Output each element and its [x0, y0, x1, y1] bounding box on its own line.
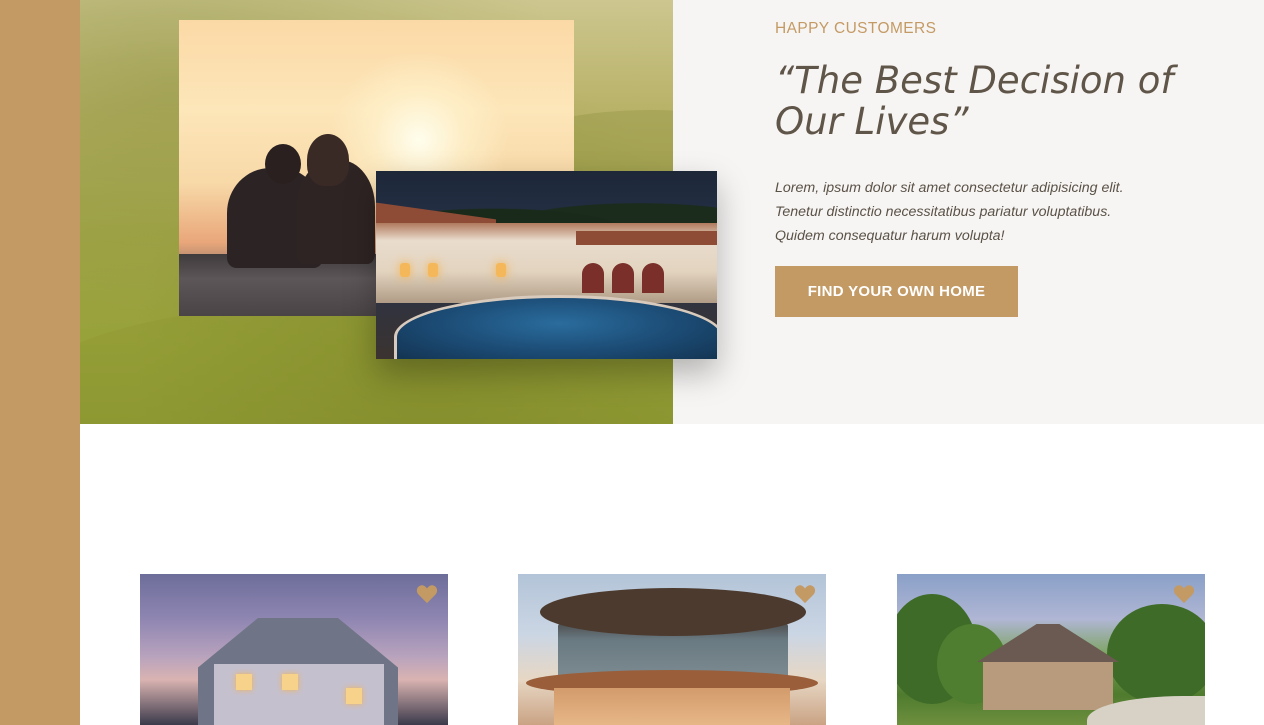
left-accent-bar	[0, 0, 80, 725]
heart-icon[interactable]	[794, 584, 816, 604]
building-roof	[540, 588, 806, 636]
villa-pool	[394, 295, 717, 359]
heart-icon[interactable]	[416, 584, 438, 604]
heart-icon[interactable]	[1173, 584, 1195, 604]
testimonial-quote: “The Best Decision of Our Lives”	[775, 59, 1174, 143]
property-card[interactable]	[897, 574, 1205, 725]
section-eyebrow: HAPPY CUSTOMERS	[775, 20, 937, 37]
tree	[1107, 604, 1205, 704]
find-home-button[interactable]: FIND YOUR OWN HOME	[775, 266, 1018, 317]
building-base	[554, 688, 790, 725]
woman-head	[307, 134, 349, 186]
villa-arch	[612, 263, 634, 293]
villa-roof-right	[576, 231, 717, 245]
property-card[interactable]	[518, 574, 826, 725]
man-head	[265, 144, 301, 184]
villa-window-light	[400, 263, 410, 277]
villa-window-light	[496, 263, 506, 277]
villa-window-light	[428, 263, 438, 277]
property-card[interactable]	[140, 574, 448, 725]
testimonial-body: Lorem, ipsum dolor sit amet consectetur …	[775, 180, 1124, 244]
villa-pool-photo	[376, 171, 717, 359]
house-window	[236, 674, 252, 690]
villa-arch	[582, 263, 604, 293]
villa-arch	[642, 263, 664, 293]
house-window	[282, 674, 298, 690]
house-window	[346, 688, 362, 704]
